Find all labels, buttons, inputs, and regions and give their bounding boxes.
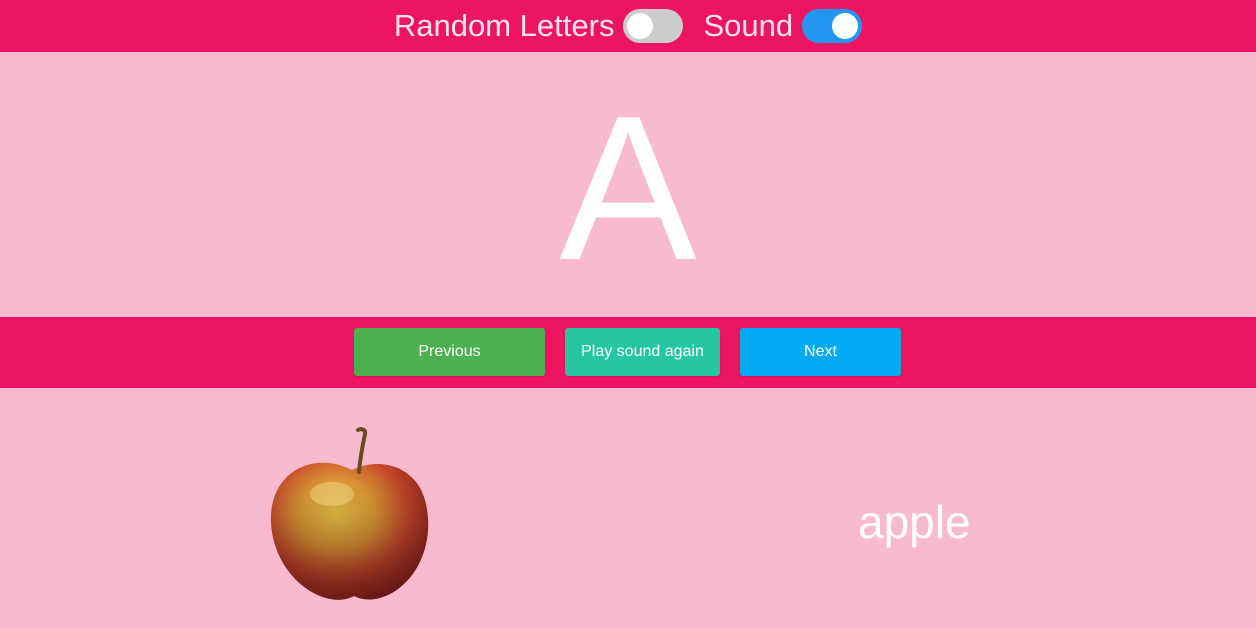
- sound-label: Sound: [703, 8, 794, 43]
- toggle-knob: [627, 13, 654, 39]
- current-letter: A: [559, 72, 697, 303]
- sound-toggle[interactable]: [802, 9, 863, 43]
- previous-button[interactable]: Previous: [354, 328, 545, 376]
- play-sound-button[interactable]: Play sound again: [565, 328, 720, 376]
- random-letters-label: Random Letters: [393, 8, 615, 43]
- next-button[interactable]: Next: [740, 328, 901, 376]
- example-word: apple: [858, 496, 971, 548]
- apple-icon: [270, 427, 429, 600]
- letter-display: A: [0, 52, 1256, 317]
- settings-bar: Random Letters Sound: [0, 0, 1256, 52]
- word-panel: apple: [0, 388, 1256, 628]
- sound-setting: Sound: [703, 6, 863, 46]
- toggle-knob: [832, 13, 859, 39]
- random-letters-toggle[interactable]: [623, 9, 684, 43]
- navigation-controls: Previous Play sound again Next: [0, 317, 1256, 388]
- random-letters-setting: Random Letters: [394, 6, 684, 46]
